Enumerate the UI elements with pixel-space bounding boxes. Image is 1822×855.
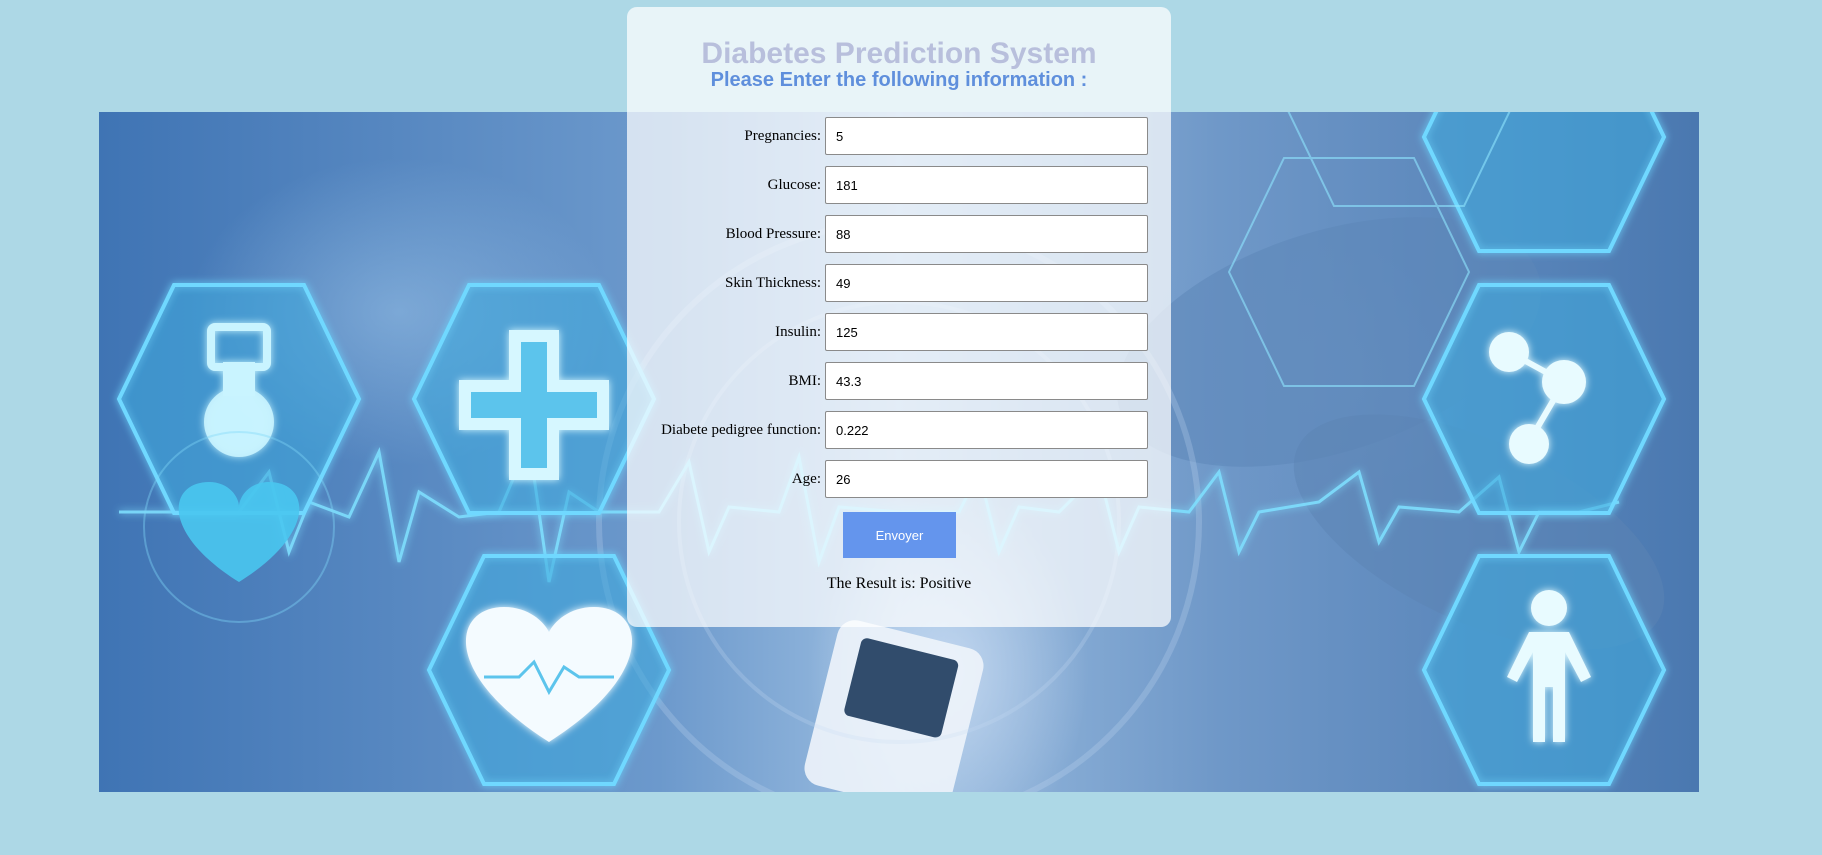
insulin-label: Insulin:	[775, 324, 821, 340]
pedigree-function-input[interactable]	[825, 411, 1148, 449]
field-row-bmi: BMI:	[627, 362, 1171, 400]
blood-pressure-label: Blood Pressure:	[725, 226, 821, 242]
skin-thickness-input[interactable]	[825, 264, 1148, 302]
insulin-input[interactable]	[825, 313, 1148, 351]
glucose-label: Glucose:	[767, 177, 821, 193]
pedigree-function-label: Diabete pedigree function:	[661, 422, 821, 438]
age-input[interactable]	[825, 460, 1148, 498]
skin-thickness-label: Skin Thickness:	[725, 275, 821, 291]
page-title: Diabetes Prediction System	[701, 37, 1097, 70]
field-row-insulin: Insulin:	[627, 313, 1171, 351]
field-row-glucose: Glucose:	[627, 166, 1171, 204]
field-row-age: Age:	[627, 460, 1171, 498]
submit-button[interactable]: Envoyer	[843, 512, 956, 558]
field-row-pregnancies: Pregnancies:	[627, 117, 1171, 155]
age-label: Age:	[791, 471, 821, 487]
form-instructions: Please Enter the following information :	[710, 69, 1088, 91]
glucose-input[interactable]	[825, 166, 1148, 204]
prediction-form-panel: Diabetes Prediction System Please Enter …	[627, 7, 1171, 627]
field-row-blood-pressure: Blood Pressure:	[627, 215, 1171, 253]
field-row-skin-thickness: Skin Thickness:	[627, 264, 1171, 302]
blood-pressure-input[interactable]	[825, 215, 1148, 253]
bmi-label: BMI:	[788, 373, 821, 389]
prediction-result: The Result is: Positive	[826, 575, 972, 592]
bmi-input[interactable]	[825, 362, 1148, 400]
field-row-pedigree-function: Diabete pedigree function:	[627, 411, 1171, 449]
pregnancies-label: Pregnancies:	[744, 128, 821, 144]
pregnancies-input[interactable]	[825, 117, 1148, 155]
